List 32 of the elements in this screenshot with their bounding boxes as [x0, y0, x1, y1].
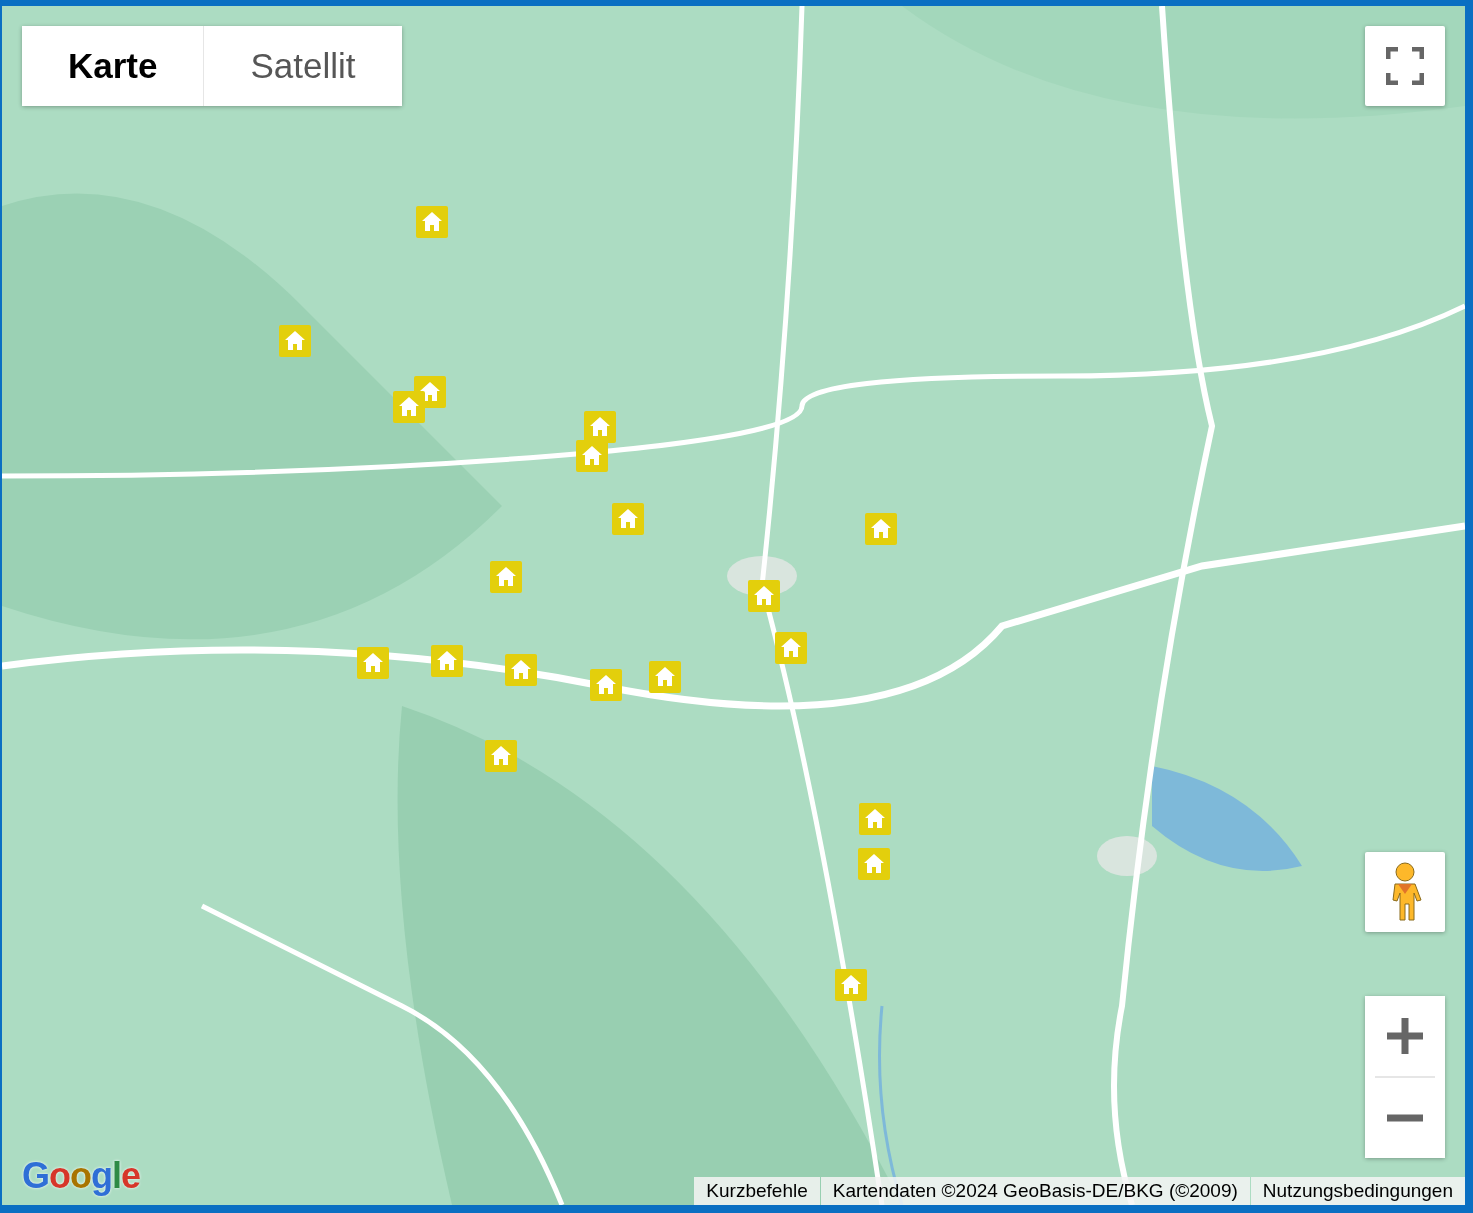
house-marker-icon[interactable] [490, 561, 522, 593]
house-marker-icon[interactable] [584, 411, 616, 443]
zoom-out-button[interactable] [1365, 1078, 1445, 1158]
map-data-credit: Kartendaten ©2024 GeoBasis-DE/BKG (©2009) [820, 1177, 1250, 1205]
fullscreen-icon [1386, 47, 1424, 85]
house-marker-icon[interactable] [279, 325, 311, 357]
house-marker-icon[interactable] [775, 632, 807, 664]
house-marker-icon[interactable] [835, 969, 867, 1001]
footer-link[interactable]: Kurzbefehle [694, 1177, 820, 1205]
house-marker-icon[interactable] [505, 654, 537, 686]
house-marker-icon[interactable] [649, 661, 681, 693]
house-marker-icon[interactable] [858, 848, 890, 880]
logo: Google [22, 1155, 141, 1197]
house-marker-icon[interactable] [393, 391, 425, 423]
house-marker-icon[interactable] [748, 580, 780, 612]
house-marker-icon[interactable] [431, 645, 463, 677]
minus-icon [1387, 1114, 1423, 1122]
house-marker-icon[interactable] [576, 440, 608, 472]
house-marker-icon[interactable] [357, 647, 389, 679]
pegman-button[interactable] [1365, 852, 1445, 932]
plus-icon [1387, 1018, 1423, 1054]
house-marker-icon[interactable] [485, 740, 517, 772]
zoom-in-button[interactable] [1365, 996, 1445, 1076]
house-marker-icon[interactable] [865, 513, 897, 545]
house-marker-icon[interactable] [859, 803, 891, 835]
map-type-tab[interactable]: Karte [22, 26, 204, 106]
map-type-tab[interactable]: Satellit [203, 26, 402, 106]
house-marker-icon[interactable] [590, 669, 622, 701]
footer-link[interactable]: Nutzungsbedingungen [1250, 1177, 1465, 1205]
fullscreen-button[interactable] [1365, 26, 1445, 106]
house-marker-icon[interactable] [612, 503, 644, 535]
house-marker-icon[interactable] [416, 206, 448, 238]
